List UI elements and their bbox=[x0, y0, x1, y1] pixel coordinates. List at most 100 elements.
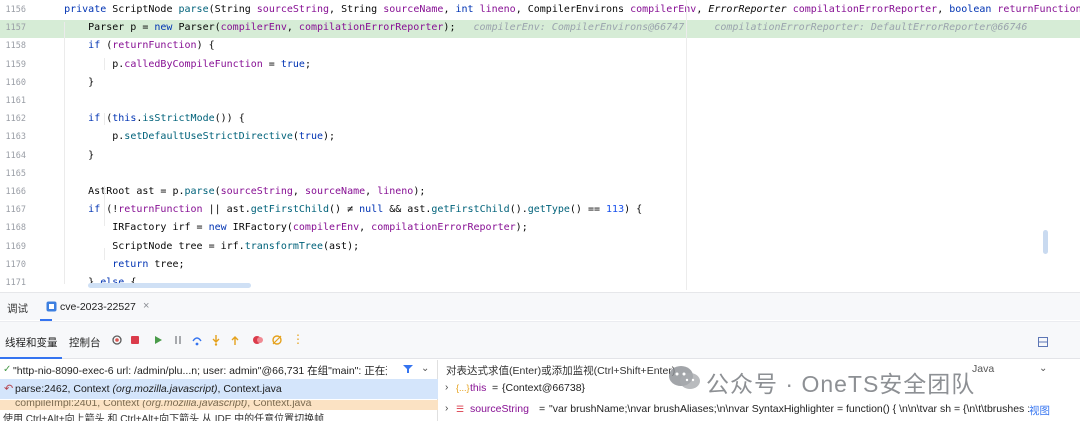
code-token: parse bbox=[178, 4, 209, 15]
tab-threads-and-variables[interactable]: 线程和变量 bbox=[5, 335, 58, 350]
chevron-right-icon[interactable]: › bbox=[445, 382, 448, 393]
variable-value: {Context@66738} bbox=[502, 382, 586, 394]
code-token: lineno bbox=[479, 4, 516, 15]
pause-icon[interactable] bbox=[172, 334, 184, 346]
right-margin-guide bbox=[686, 0, 687, 290]
code-line[interactable]: 1169 ScriptNode tree = irf.transformTree… bbox=[0, 239, 1080, 257]
code-line[interactable]: 1170 return tree; bbox=[0, 257, 1080, 275]
code-line[interactable]: 1162 if (this.isStrictMode()) { bbox=[0, 111, 1080, 129]
layout-settings-icon[interactable] bbox=[1038, 336, 1048, 350]
filter-icon[interactable] bbox=[403, 363, 413, 377]
equals-sign: = bbox=[492, 382, 499, 394]
code-line[interactable]: 1167 if (!returnFunction || ast.getFirst… bbox=[0, 202, 1080, 220]
code-token: () == bbox=[569, 204, 607, 216]
code-editor[interactable]: 1156 private ScriptNode parse(String sou… bbox=[0, 0, 1080, 290]
watermark-text: 公众号 · OneTS安全团队 bbox=[706, 371, 976, 397]
chevron-right-icon[interactable]: › bbox=[445, 403, 448, 414]
stack-frame-selected[interactable]: ↶ parse:2462, Context (org.mozilla.javas… bbox=[0, 379, 438, 399]
code-token: lineno bbox=[377, 186, 414, 197]
code-token: ; bbox=[304, 58, 311, 70]
line-number[interactable]: 1167 bbox=[0, 205, 26, 215]
frame-file: , Context.java bbox=[217, 383, 282, 395]
line-number[interactable]: 1156 bbox=[0, 5, 26, 15]
vertical-scrollbar[interactable] bbox=[1043, 230, 1048, 254]
stack-frame[interactable]: compileImpl:2401, Context (org.mozilla.j… bbox=[0, 400, 438, 410]
thread-selector[interactable]: ✓ "http-nio-8090-exec-6 url: /admin/plu.… bbox=[0, 360, 438, 378]
line-number[interactable]: 1158 bbox=[0, 41, 26, 51]
code-token: compilationErrorReporter bbox=[792, 4, 938, 15]
code-line[interactable]: 1163 p.setDefaultUseStrictDirective(true… bbox=[0, 129, 1080, 147]
code-token: , bbox=[286, 22, 299, 34]
stop-icon[interactable] bbox=[129, 334, 141, 346]
line-number[interactable]: 1170 bbox=[0, 260, 26, 270]
code-line[interactable]: 1160 } bbox=[0, 75, 1080, 93]
line-number[interactable]: 1171 bbox=[0, 278, 26, 288]
code-line[interactable]: 1156 private ScriptNode parse(String sou… bbox=[0, 2, 1080, 20]
horizontal-scrollbar[interactable] bbox=[88, 283, 251, 288]
tab-debug-session[interactable]: cve-2023-22527 × bbox=[40, 293, 149, 321]
code-token: return bbox=[112, 258, 155, 270]
code-token: , String bbox=[329, 4, 384, 15]
code-line[interactable]: 1158 if (returnFunction) { bbox=[0, 38, 1080, 56]
thread-name: "http-nio-8090-exec-6 url: /admin/plu...… bbox=[13, 365, 387, 377]
close-icon[interactable]: × bbox=[143, 300, 149, 312]
chevron-down-icon[interactable]: ⌄ bbox=[1039, 363, 1047, 374]
code-line[interactable]: 1165 bbox=[0, 166, 1080, 184]
code-text: Parser p = new Parser(compilerEnv, compi… bbox=[40, 22, 1027, 33]
code-token: this bbox=[112, 113, 137, 125]
code-token: && ast. bbox=[389, 204, 432, 216]
line-number[interactable]: 1161 bbox=[0, 96, 26, 106]
code-token: Parser( bbox=[178, 22, 221, 34]
evaluate-expression-placeholder: 对表达式求值(Enter)或添加监视(Ctrl+Shift+Enter) bbox=[446, 365, 676, 377]
line-number[interactable]: 1160 bbox=[0, 78, 26, 88]
step-into-icon[interactable] bbox=[210, 334, 222, 346]
code-line[interactable]: 1164 } bbox=[0, 148, 1080, 166]
line-number[interactable]: 1165 bbox=[0, 169, 26, 179]
step-over-icon[interactable] bbox=[191, 334, 203, 346]
code-token: , bbox=[359, 222, 372, 234]
code-token: ScriptNode tree = irf. bbox=[40, 240, 245, 252]
more-options-icon[interactable]: ⋮ bbox=[292, 332, 304, 346]
code-line[interactable]: 1168 IRFactory irf = new IRFactory(compi… bbox=[0, 220, 1080, 238]
debugger-toolbar: 线程和变量 控制台 ⋮ bbox=[0, 321, 1080, 359]
line-number[interactable]: 1169 bbox=[0, 242, 26, 252]
code-token: } bbox=[40, 76, 95, 88]
mute-breakpoints-icon[interactable] bbox=[271, 334, 283, 346]
view-breakpoints-icon[interactable] bbox=[252, 334, 264, 346]
line-number[interactable]: 1162 bbox=[0, 114, 26, 124]
return-arrow-icon: ↶ bbox=[4, 383, 14, 395]
tab-console[interactable]: 控制台 bbox=[69, 335, 101, 350]
code-line[interactable]: 1159 p.calledByCompileFunction = true; bbox=[0, 57, 1080, 75]
line-number[interactable]: 1164 bbox=[0, 151, 26, 161]
line-number[interactable]: 1168 bbox=[0, 223, 26, 233]
line-number[interactable]: 1163 bbox=[0, 132, 26, 142]
code-text: return tree; bbox=[40, 258, 184, 270]
code-token: sourceName bbox=[304, 186, 366, 197]
code-token: ); bbox=[443, 22, 456, 34]
resume-icon[interactable] bbox=[152, 334, 164, 346]
code-token: ErrorReporter bbox=[708, 4, 787, 15]
step-out-icon[interactable] bbox=[229, 334, 241, 346]
chevron-down-icon[interactable]: ⌄ bbox=[421, 363, 429, 374]
code-token: null bbox=[359, 204, 390, 216]
code-token: (). bbox=[509, 204, 528, 216]
rerun-icon[interactable] bbox=[111, 334, 123, 346]
code-line[interactable]: 1166 AstRoot ast = p.parse(sourceString,… bbox=[0, 184, 1080, 202]
code-token: getFirstChild bbox=[250, 204, 330, 216]
code-token: ); bbox=[515, 222, 528, 234]
indent-guide bbox=[104, 186, 105, 226]
language-selector[interactable]: Java bbox=[972, 363, 994, 375]
code-line-current[interactable]: 1157 Parser p = new Parser(compilerEnv, … bbox=[0, 20, 1080, 39]
line-number[interactable]: 1157 bbox=[0, 23, 26, 33]
line-number[interactable]: 1166 bbox=[0, 187, 26, 197]
code-token: || ast. bbox=[202, 204, 251, 216]
code-line[interactable]: 1161 bbox=[0, 93, 1080, 111]
variable-row[interactable]: › ☰ sourceString = "var brushName;\nvar … bbox=[439, 400, 1080, 419]
status-hint-text: 使用 Ctrl+Alt+向上箭头 和 Ctrl+Alt+向下箭头 从 IDE 中… bbox=[3, 414, 325, 421]
line-number[interactable]: 1159 bbox=[0, 60, 26, 70]
frame-method: compileImpl:2401, Context bbox=[15, 400, 143, 409]
code-token: new bbox=[154, 22, 179, 34]
view-link[interactable]: 视图 bbox=[1029, 403, 1050, 418]
